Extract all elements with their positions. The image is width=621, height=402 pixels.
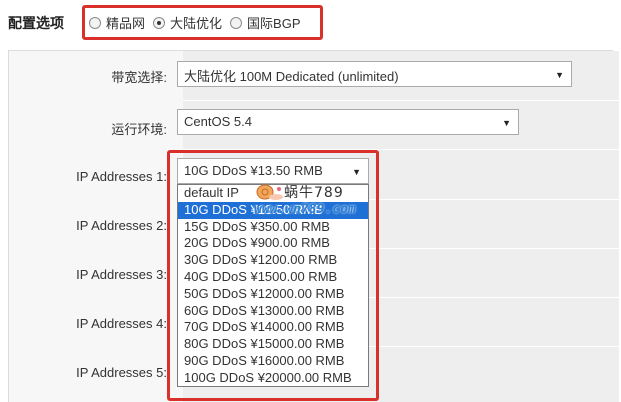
- ip2-label: IP Addresses 2:: [76, 218, 167, 233]
- radio-icon[interactable]: [153, 16, 166, 29]
- bandwidth-select-value: 大陆优化 100M Dedicated (unlimited): [184, 69, 399, 84]
- radio-label: 大陆优化: [170, 16, 223, 31]
- chevron-down-icon: ▼: [555, 70, 564, 80]
- os-select[interactable]: CentOS 5.4 ▼: [177, 109, 519, 135]
- ip1-select-value: 10G DDoS ¥13.50 RMB: [184, 163, 323, 178]
- ip1-select[interactable]: 10G DDoS ¥13.50 RMB ▼: [177, 158, 369, 184]
- radio-option-mainland[interactable]: 大陆优化: [153, 13, 222, 32]
- dropdown-option[interactable]: default IP: [178, 185, 368, 202]
- radio-option-intl-bgp[interactable]: 国际BGP: [230, 13, 301, 32]
- bandwidth-label: 带宽选择:: [111, 70, 167, 85]
- radio-label: 国际BGP: [247, 16, 301, 31]
- radio-icon[interactable]: [230, 16, 243, 29]
- radio-option-premium[interactable]: 精品网: [89, 13, 145, 32]
- os-label: 运行环境:: [111, 122, 167, 137]
- dropdown-option[interactable]: 40G DDoS ¥1500.00 RMB: [178, 269, 368, 286]
- dropdown-option[interactable]: 100G DDoS ¥20000.00 RMB: [178, 370, 368, 387]
- radio-icon[interactable]: [89, 16, 101, 29]
- ip1-dropdown-list: default IP 10G DDoS ¥13.50 RMB 15G DDoS …: [177, 184, 369, 387]
- dropdown-option[interactable]: 80G DDoS ¥15000.00 RMB: [178, 336, 368, 353]
- dropdown-option-selected[interactable]: 10G DDoS ¥13.50 RMB: [178, 201, 368, 219]
- ip3-label: IP Addresses 3:: [76, 267, 167, 282]
- dropdown-option[interactable]: 20G DDoS ¥900.00 RMB: [178, 235, 368, 252]
- radio-label: 精品网: [106, 16, 146, 31]
- section-title: 配置选项: [8, 15, 64, 31]
- ip1-label: IP Addresses 1:: [76, 169, 167, 184]
- dropdown-option[interactable]: 70G DDoS ¥14000.00 RMB: [178, 319, 368, 336]
- chevron-down-icon: ▼: [502, 118, 511, 128]
- os-select-value: CentOS 5.4: [184, 114, 252, 129]
- bandwidth-select[interactable]: 大陆优化 100M Dedicated (unlimited) ▼: [177, 61, 572, 87]
- dropdown-option[interactable]: 50G DDoS ¥12000.00 RMB: [178, 286, 368, 303]
- plan-radio-group: 精品网 大陆优化 国际BGP: [82, 5, 323, 40]
- dropdown-option[interactable]: 90G DDoS ¥16000.00 RMB: [178, 353, 368, 370]
- dropdown-option[interactable]: 15G DDoS ¥350.00 RMB: [178, 219, 368, 236]
- ip4-label: IP Addresses 4:: [76, 316, 167, 331]
- dropdown-option[interactable]: 30G DDoS ¥1200.00 RMB: [178, 252, 368, 269]
- ip5-label: IP Addresses 5:: [76, 365, 167, 380]
- dropdown-option[interactable]: 60G DDoS ¥13000.00 RMB: [178, 303, 368, 320]
- chevron-down-icon: ▼: [352, 167, 361, 177]
- row-divider: [183, 100, 619, 101]
